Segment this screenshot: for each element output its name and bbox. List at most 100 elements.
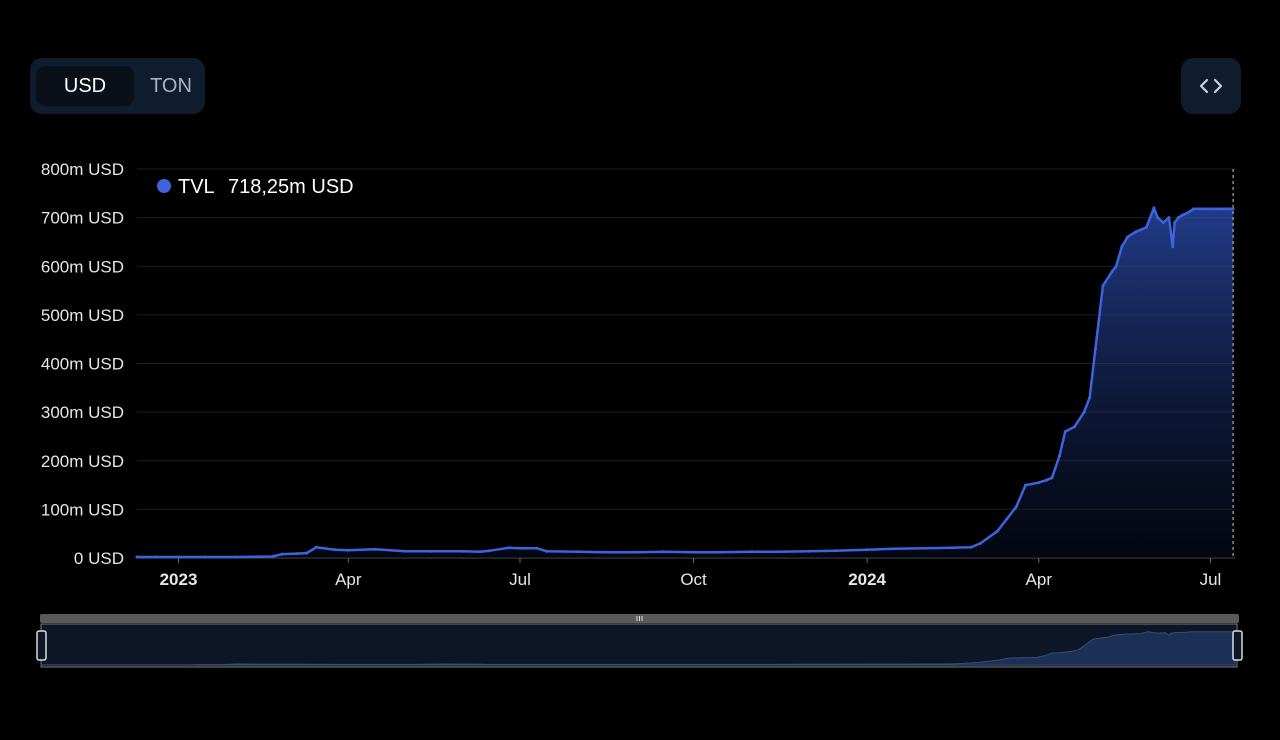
- tvl-data-point: [1161, 220, 1165, 224]
- y-tick-label: 700m USD: [41, 209, 124, 228]
- tvl-data-point: [776, 550, 780, 554]
- tvl-data-point: [1120, 245, 1124, 249]
- x-tick-label: Apr: [335, 570, 362, 589]
- tvl-data-point: [1176, 216, 1180, 220]
- tvl-data-point: [635, 550, 639, 554]
- tvl-data-point: [969, 545, 973, 549]
- y-tick-label: 200m USD: [41, 452, 124, 471]
- tvl-data-point: [603, 550, 607, 554]
- tvl-data-point: [1037, 481, 1041, 485]
- tvl-data-point: [924, 546, 928, 550]
- tvl-data-point: [1231, 207, 1235, 211]
- tvl-data-point: [1201, 207, 1205, 211]
- tvl-data-point: [950, 546, 954, 550]
- tvl-data-point: [865, 548, 869, 552]
- tvl-chart: 0 USD 100m USD 200m USD 300m USD 400m USD 500…: [41, 160, 1235, 589]
- tvl-data-point: [1224, 207, 1228, 211]
- x-tick-label: 2024: [848, 570, 886, 589]
- tvl-data-point: [177, 555, 181, 559]
- legend-value: 718,25m USD: [228, 176, 354, 198]
- tvl-data-point: [833, 549, 837, 553]
- tvl-data-point: [1208, 207, 1212, 211]
- tvl-data-point: [295, 552, 299, 556]
- tvl-data-point: [1133, 230, 1137, 234]
- tvl-data-point: [346, 548, 350, 552]
- tvl-data-point: [1180, 213, 1184, 217]
- tvl-data-point: [892, 547, 896, 551]
- tvl-data-point: [1186, 211, 1190, 215]
- tvl-data-point: [718, 550, 722, 554]
- tvl-data-point: [1227, 207, 1231, 211]
- tvl-data-point: [1101, 284, 1105, 288]
- tvl-data-point: [1005, 517, 1009, 521]
- y-tick-label: 400m USD: [41, 355, 124, 374]
- tvl-data-point: [314, 545, 318, 549]
- tvl-data-point: [203, 555, 207, 559]
- tvl-data-point: [518, 546, 522, 550]
- x-tick-label: Oct: [680, 570, 707, 589]
- y-tick-label: 0 USD: [74, 549, 124, 568]
- tvl-data-point: [1212, 207, 1216, 211]
- y-tick-label: 500m USD: [41, 306, 124, 325]
- tvl-data-point: [1205, 207, 1209, 211]
- tvl-data-point: [1152, 206, 1156, 210]
- y-tick-label: 100m USD: [41, 500, 124, 519]
- tvl-data-point: [305, 551, 309, 555]
- tvl-data-point: [1093, 347, 1097, 351]
- tvl-data-point: [333, 548, 337, 552]
- tvl-data-point: [1173, 220, 1177, 224]
- x-tick-label: Jul: [1200, 570, 1222, 589]
- tvl-data-point: [429, 549, 433, 553]
- tvl-data-point: [1156, 216, 1160, 220]
- x-tick-label: 2023: [160, 570, 198, 589]
- tvl-data-point: [135, 555, 139, 559]
- currency-option-usd[interactable]: USD: [36, 66, 134, 106]
- tvl-data-point: [544, 549, 548, 553]
- navigator-right-handle[interactable]: [1232, 630, 1243, 661]
- tvl-data-point: [1063, 430, 1067, 434]
- tvl-data-point: [1191, 207, 1195, 211]
- tvl-data-point: [1082, 410, 1086, 414]
- currency-toggle: USD TON: [30, 58, 205, 114]
- tvl-data-point: [403, 549, 407, 553]
- range-navigator: [36, 614, 1243, 668]
- code-brackets-icon: [1199, 78, 1223, 94]
- tvl-data-point: [750, 550, 754, 554]
- tvl-data-point: [1220, 207, 1224, 211]
- x-tick-label: Jul: [509, 570, 531, 589]
- tvl-data-point: [1114, 264, 1118, 268]
- tvl-data-point: [280, 552, 284, 556]
- tvl-data-point: [1073, 425, 1077, 429]
- tvl-data-point: [1024, 483, 1028, 487]
- navigator-left-handle[interactable]: [36, 630, 47, 661]
- y-tick-label: 600m USD: [41, 257, 124, 276]
- embed-code-button[interactable]: [1181, 58, 1241, 114]
- tvl-data-point: [576, 550, 580, 554]
- tvl-data-point: [807, 549, 811, 553]
- tvl-data-point: [1167, 216, 1171, 220]
- tvl-data-point: [235, 555, 239, 559]
- y-tick-label: 800m USD: [41, 160, 124, 179]
- tvl-data-point: [1058, 454, 1062, 458]
- tvl-data-point: [373, 547, 377, 551]
- tvl-data-point: [1044, 478, 1048, 482]
- currency-option-ton[interactable]: TON: [142, 66, 200, 106]
- tvl-data-point: [488, 549, 492, 553]
- y-tick-label: 300m USD: [41, 403, 124, 422]
- tvl-data-point: [1125, 235, 1129, 239]
- tvl-data-point: [535, 546, 539, 550]
- tvl-data-point: [661, 550, 665, 554]
- tvl-data-point: [1110, 269, 1114, 273]
- tvl-data-point: [154, 555, 158, 559]
- tvl-data-point: [1050, 476, 1054, 480]
- legend: TVL 718,25m USD: [157, 176, 354, 198]
- tvl-data-point: [978, 541, 982, 545]
- tvl-data-point: [1197, 207, 1201, 211]
- tvl-data-point: [1014, 505, 1018, 509]
- tvl-data-point: [461, 549, 465, 553]
- tvl-area: [137, 207, 1234, 558]
- tvl-data-point: [1088, 396, 1092, 400]
- tvl-data-point: [1171, 245, 1175, 249]
- tvl-data-point: [507, 546, 511, 550]
- tvl-data-point: [1216, 207, 1220, 211]
